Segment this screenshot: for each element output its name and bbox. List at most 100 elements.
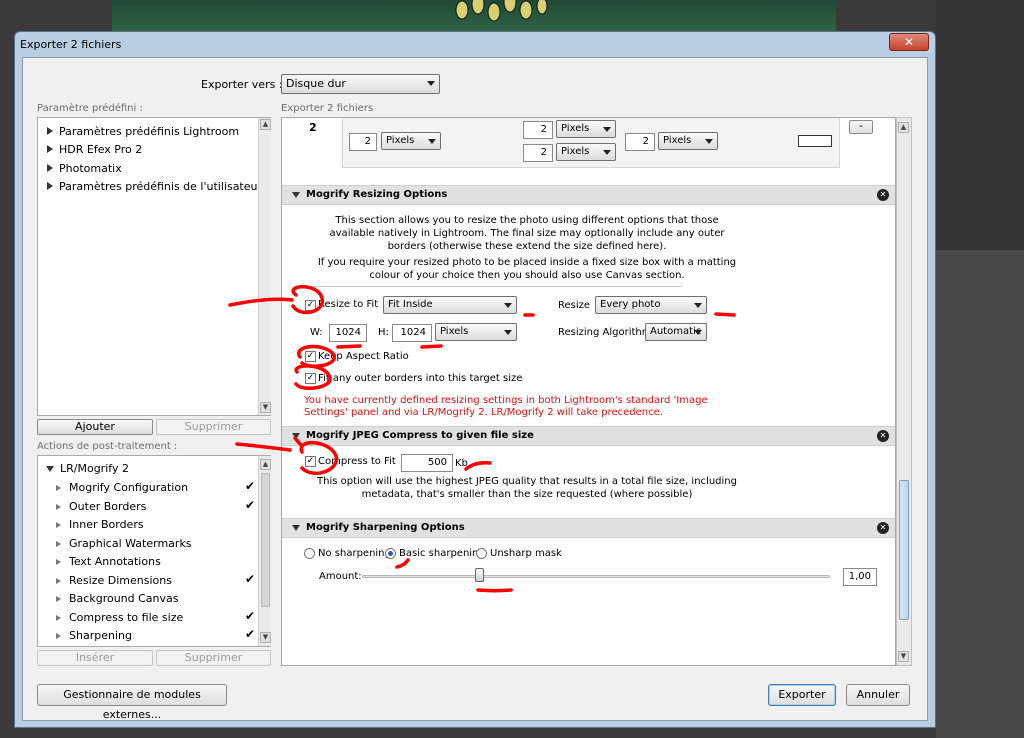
- unit-select-value: Pixels: [561, 123, 590, 134]
- chevron-down-icon: [705, 139, 713, 144]
- expand-icon[interactable]: [56, 559, 61, 565]
- post-action-item[interactable]: Text Annotations: [56, 555, 161, 568]
- post-action-item[interactable]: Sharpening: [56, 629, 132, 642]
- scroll-thumb[interactable]: [899, 480, 909, 620]
- scroll-down-icon[interactable]: ▼: [260, 402, 271, 413]
- post-action-item[interactable]: Background Canvas: [56, 592, 179, 605]
- border-value-field[interactable]: 2: [349, 133, 377, 151]
- color-swatch[interactable]: [798, 135, 832, 147]
- basic-sharpening-radio[interactable]: [385, 548, 396, 559]
- preset-item[interactable]: HDR Efex Pro 2: [47, 143, 142, 156]
- expand-icon[interactable]: [47, 164, 53, 172]
- scroll-up-icon[interactable]: ▲: [260, 459, 271, 470]
- file-size-field[interactable]: 500: [401, 454, 453, 472]
- unsharp-mask-radio[interactable]: [476, 548, 487, 559]
- compress-section-header[interactable]: Mogrify JPEG Compress to given file size…: [282, 426, 895, 446]
- checkmark-icon: ✔: [245, 571, 256, 586]
- amount-slider-thumb[interactable]: [475, 568, 484, 582]
- expand-icon[interactable]: [47, 182, 53, 190]
- presets-scrollbar[interactable]: ▲ ▼: [258, 118, 271, 415]
- expand-icon[interactable]: [56, 540, 61, 547]
- border-value-field[interactable]: 2: [523, 121, 553, 139]
- no-sharpening-radio[interactable]: [304, 548, 315, 559]
- compress-to-fit-label: Compress to Fit: [318, 456, 396, 467]
- resize-to-fit-checkbox[interactable]: ✓: [305, 300, 316, 311]
- plugin-manager-button[interactable]: Gestionnaire de modules externes...: [37, 684, 227, 721]
- scroll-down-icon[interactable]: ▼: [898, 651, 909, 662]
- expand-icon[interactable]: [56, 503, 61, 510]
- border-value-field[interactable]: 2: [523, 144, 553, 162]
- scroll-thumb[interactable]: [261, 473, 270, 607]
- post-action-item[interactable]: Graphical Watermarks: [56, 537, 192, 550]
- export-to-select[interactable]: Disque dur: [281, 74, 440, 94]
- resizing-section-header[interactable]: Mogrify Resizing Options ✕: [282, 185, 895, 205]
- amount-slider-track[interactable]: [362, 575, 830, 578]
- post-action-item[interactable]: Resize Dimensions: [56, 574, 172, 587]
- fit-mode-select[interactable]: Fit Inside: [383, 296, 517, 314]
- sharpening-section-header[interactable]: Mogrify Sharpening Options ✕: [282, 518, 895, 538]
- remove-row-button[interactable]: -: [849, 120, 873, 134]
- width-field[interactable]: 1024: [329, 324, 367, 342]
- chevron-down-icon: [603, 127, 611, 132]
- collapse-icon[interactable]: [292, 192, 300, 198]
- remove-action-button[interactable]: Supprimer: [156, 650, 271, 666]
- post-actions-caption: Actions de post-traitement :: [37, 441, 178, 452]
- preset-item[interactable]: Photomatix: [47, 162, 122, 175]
- unit-select[interactable]: Pixels: [556, 143, 616, 161]
- post-action-item[interactable]: Inner Borders: [56, 518, 144, 531]
- expand-icon[interactable]: [56, 577, 61, 584]
- scroll-up-icon[interactable]: ▲: [260, 119, 271, 130]
- expand-icon[interactable]: [56, 633, 61, 639]
- scroll-up-icon[interactable]: ▲: [898, 122, 909, 133]
- preset-item-label: HDR Efex Pro 2: [59, 143, 143, 156]
- close-section-icon[interactable]: ✕: [877, 430, 889, 442]
- collapse-icon[interactable]: [46, 466, 54, 472]
- expand-icon[interactable]: [47, 127, 53, 135]
- preset-item[interactable]: Paramètres prédéfinis de l'utilisateur: [47, 180, 262, 193]
- unit-select-value: Pixels: [663, 135, 692, 146]
- amount-field[interactable]: 1,00: [843, 568, 877, 586]
- algorithm-select[interactable]: Automatic: [645, 323, 707, 341]
- post-actions-scrollbar[interactable]: ▲ ▼: [258, 456, 271, 646]
- collapse-icon[interactable]: [292, 525, 300, 531]
- post-action-item[interactable]: Outer Borders: [56, 500, 146, 513]
- no-sharpening-label: No sharpening: [318, 548, 391, 559]
- close-section-icon[interactable]: ✕: [877, 189, 889, 201]
- scroll-down-icon[interactable]: ▼: [260, 632, 271, 643]
- size-unit-value: Pixels: [440, 326, 469, 337]
- size-unit-select[interactable]: Pixels: [435, 323, 517, 341]
- post-action-label: Graphical Watermarks: [69, 536, 192, 550]
- insert-button[interactable]: Insérer: [37, 650, 153, 666]
- row-index: 2: [309, 121, 317, 134]
- preset-item[interactable]: Paramètres prédéfinis Lightroom: [47, 125, 239, 138]
- post-action-group[interactable]: LR/Mogrify 2: [46, 462, 129, 475]
- add-preset-button[interactable]: Ajouter: [37, 419, 153, 435]
- resize-scope-select[interactable]: Every photo: [595, 296, 707, 314]
- background-desktop-lower: [936, 250, 1024, 738]
- collapse-icon[interactable]: [292, 433, 300, 439]
- post-action-item[interactable]: Compress to file size: [56, 611, 183, 624]
- compress-to-fit-checkbox[interactable]: ✓: [305, 456, 316, 467]
- expand-icon[interactable]: [56, 596, 61, 602]
- expand-icon[interactable]: [47, 145, 53, 153]
- window-title: Exporter 2 fichiers: [20, 38, 122, 51]
- expand-icon[interactable]: [56, 522, 61, 528]
- close-section-icon[interactable]: ✕: [877, 522, 889, 534]
- fit-borders-checkbox[interactable]: ✓: [305, 373, 316, 384]
- post-action-item[interactable]: Mogrify Configuration: [56, 481, 188, 494]
- border-value-field[interactable]: 2: [625, 133, 655, 151]
- height-field[interactable]: 1024: [392, 324, 432, 342]
- expand-icon[interactable]: [56, 614, 61, 621]
- cancel-button[interactable]: Annuler: [846, 684, 910, 706]
- export-button[interactable]: Exporter: [768, 684, 836, 706]
- unit-select[interactable]: Pixels: [658, 132, 718, 150]
- keep-aspect-checkbox[interactable]: ✓: [305, 351, 316, 362]
- expand-icon[interactable]: [56, 485, 61, 491]
- chevron-down-icon: [504, 330, 512, 335]
- remove-preset-button[interactable]: Supprimer: [156, 419, 271, 435]
- unit-select[interactable]: Pixels: [556, 120, 616, 138]
- post-actions-list: LR/Mogrify 2 ▲ ▼ Mogrify Configuration ✔ O…: [37, 455, 271, 647]
- close-window-button[interactable]: ✕: [889, 33, 929, 51]
- settings-scrollbar[interactable]: ▲ ▼: [896, 117, 912, 666]
- unit-select[interactable]: Pixels: [381, 132, 441, 150]
